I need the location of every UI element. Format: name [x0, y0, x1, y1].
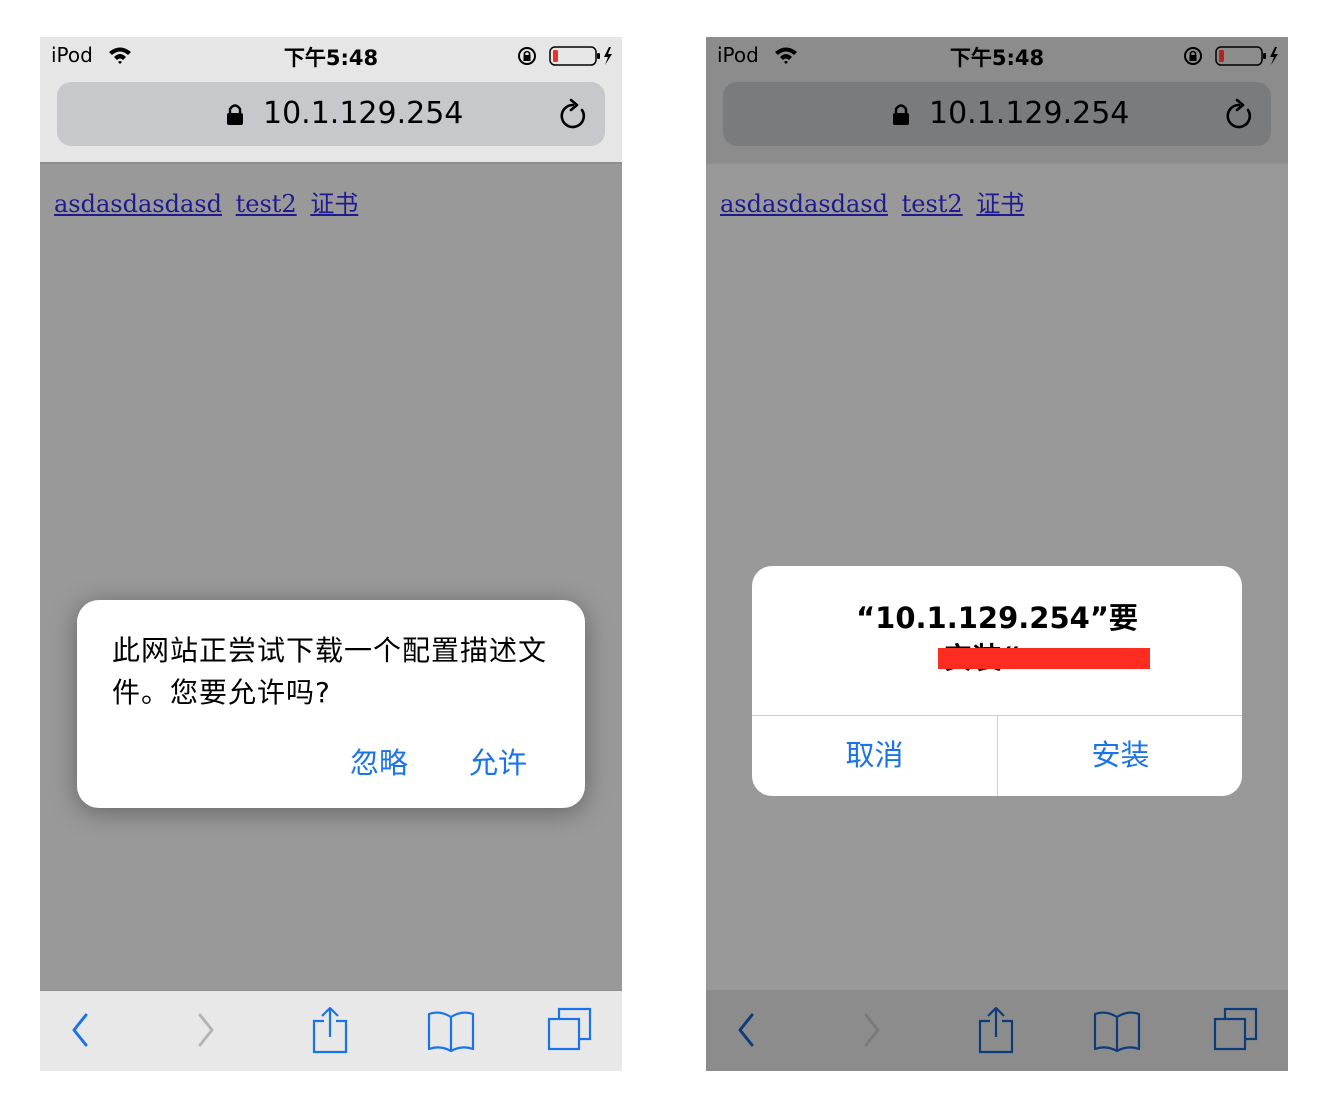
tabs-icon[interactable] [1212, 1005, 1260, 1055]
reload-icon[interactable] [1223, 98, 1255, 132]
status-bar: iPod 下午5:48 [706, 37, 1288, 73]
bookmarks-icon[interactable] [1092, 1005, 1142, 1055]
ignore-button[interactable]: 忽略 [350, 740, 408, 782]
battery-icon [549, 46, 612, 66]
back-icon[interactable] [732, 1005, 762, 1055]
link-certificate[interactable]: 证书 [310, 190, 358, 218]
reload-icon[interactable] [557, 98, 589, 132]
web-content: asdasdasdasd test2 证书 此网站正尝试下载一个配置描述文件。您… [40, 164, 622, 990]
link-asdasdasdasd[interactable]: asdasdasdasd [54, 190, 222, 218]
screenshot-right: iPod 下午5:48 10.1.129.254 asdasdasdasd te… [706, 37, 1288, 1071]
lock-icon [227, 104, 243, 125]
bookmarks-icon[interactable] [426, 1005, 476, 1055]
safari-toolbar [40, 990, 622, 1071]
redaction-mark [938, 648, 1150, 669]
address-bar-area: 10.1.129.254 [706, 73, 1288, 164]
address-bar-area: 10.1.129.254 [40, 73, 622, 164]
forward-icon[interactable] [190, 1005, 220, 1055]
install-button[interactable]: 安装 [998, 715, 1242, 796]
orientation-lock-icon [518, 47, 536, 65]
address-text: 10.1.129.254 [929, 96, 1130, 131]
back-icon[interactable] [66, 1005, 96, 1055]
link-test2[interactable]: test2 [236, 190, 297, 218]
address-text: 10.1.129.254 [263, 96, 464, 131]
link-asdasdasdasd[interactable]: asdasdasdasd [720, 190, 888, 218]
share-icon[interactable] [310, 1005, 350, 1055]
status-bar: iPod 下午5:48 [40, 37, 622, 73]
forward-icon[interactable] [856, 1005, 886, 1055]
allow-button[interactable]: 允许 [469, 740, 527, 782]
install-profile-alert: “10.1.129.254”要 安装“ 取消 安装 [752, 566, 1242, 796]
address-bar[interactable]: 10.1.129.254 [57, 82, 605, 146]
cancel-button[interactable]: 取消 [752, 715, 997, 796]
share-icon[interactable] [976, 1005, 1016, 1055]
link-row: asdasdasdasd test2 证书 [54, 184, 364, 219]
tabs-icon[interactable] [546, 1005, 594, 1055]
link-row: asdasdasdasd test2 证书 [720, 184, 1030, 219]
link-certificate[interactable]: 证书 [976, 190, 1024, 218]
screenshot-left: iPod 下午5:48 10.1.129.254 asdasdasdasd te… [40, 37, 622, 1071]
alert-title-line1: “10.1.129.254”要 [856, 601, 1138, 635]
web-content: asdasdasdasd test2 证书 “10.1.129.254”要 安装… [706, 164, 1288, 990]
safari-toolbar [706, 990, 1288, 1071]
alert-message: 此网站正尝试下载一个配置描述文件。您要允许吗? [112, 634, 548, 709]
profile-download-alert: 此网站正尝试下载一个配置描述文件。您要允许吗? 忽略 允许 [77, 600, 585, 808]
link-test2[interactable]: test2 [902, 190, 963, 218]
address-bar[interactable]: 10.1.129.254 [723, 82, 1271, 146]
lock-icon [893, 104, 909, 125]
orientation-lock-icon [1184, 47, 1202, 65]
battery-icon [1215, 46, 1278, 66]
